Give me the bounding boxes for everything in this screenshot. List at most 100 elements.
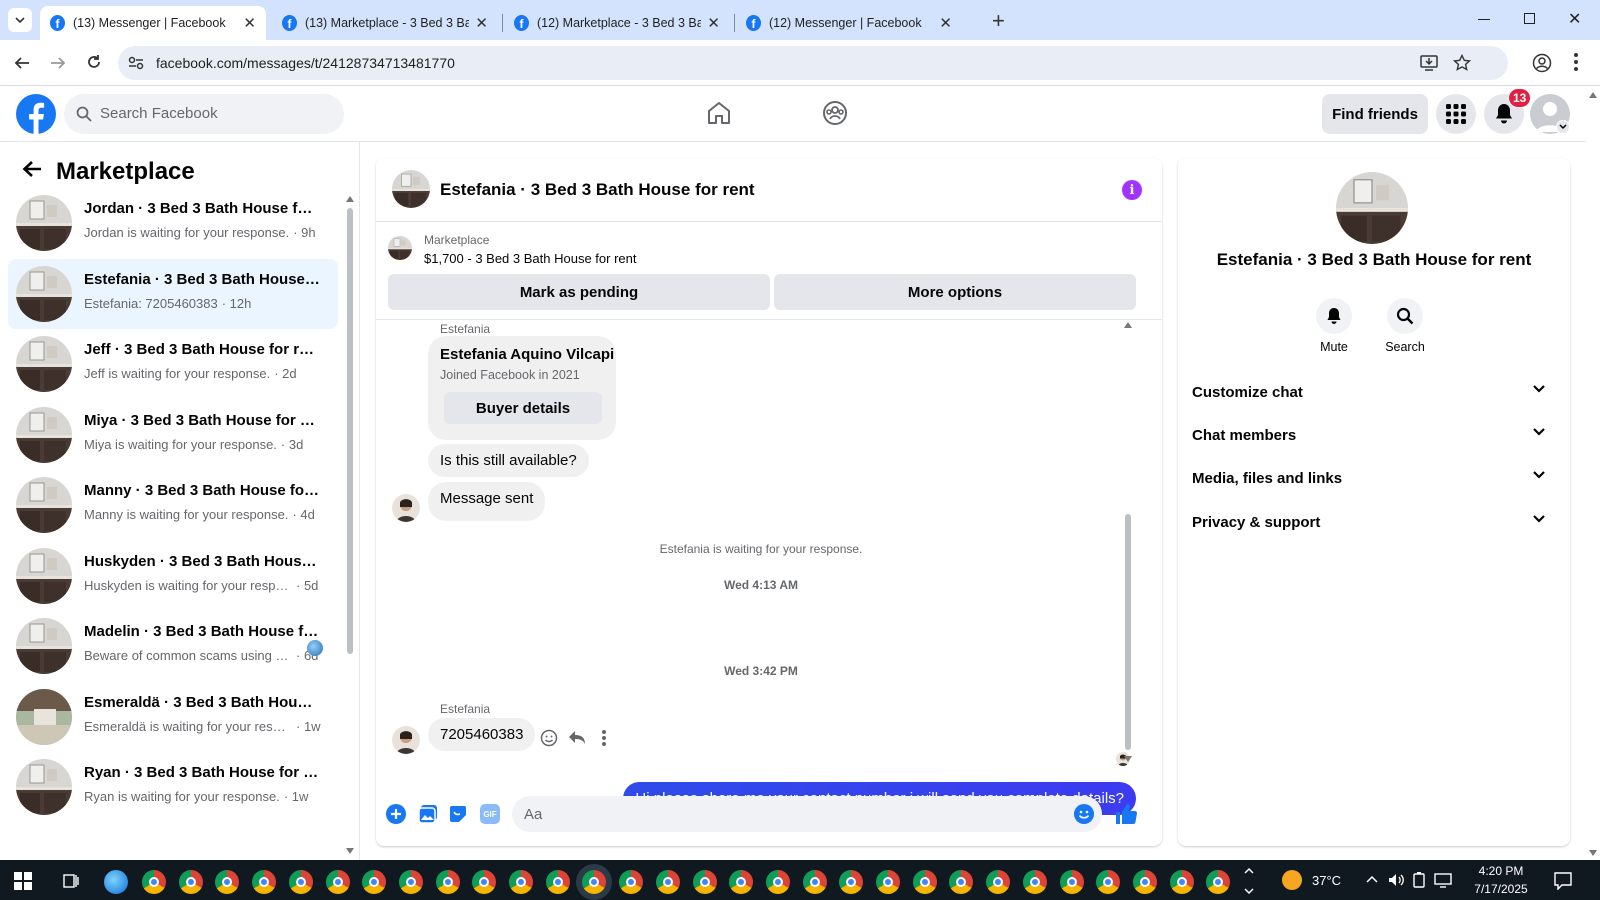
- sender-avatar[interactable]: [392, 726, 420, 754]
- windows-start-icon[interactable]: [14, 872, 32, 890]
- conversation-item[interactable]: Jordan · 3 Bed 3 Bath House for rent Jord…: [8, 188, 338, 258]
- minimize-window-icon[interactable]: [1478, 19, 1490, 20]
- chrome-taskbar-icon[interactable]: [765, 870, 790, 894]
- chrome-taskbar-icon[interactable]: [802, 870, 827, 894]
- conversation-item[interactable]: Jeff · 3 Bed 3 Bath House for rent Jeff i…: [8, 329, 338, 399]
- weather-sun-icon[interactable]: [1282, 870, 1302, 890]
- thread-scrollbar-thumb[interactable]: [1125, 514, 1131, 750]
- message-bubble[interactable]: Is this still available?: [428, 444, 589, 477]
- close-window-icon[interactable]: ✕: [1568, 9, 1581, 29]
- listing-thumbnail[interactable]: [388, 236, 412, 260]
- install-app-icon[interactable]: [1420, 55, 1438, 71]
- react-emoji-icon[interactable]: [540, 729, 558, 747]
- conversation-item[interactable]: Madelin · 3 Bed 3 Bath House for rent Bew…: [8, 611, 338, 681]
- more-actions-icon[interactable]: [602, 730, 606, 746]
- back-arrow-icon[interactable]: [14, 55, 30, 71]
- conversation-item[interactable]: Huskyden · 3 Bed 3 Bath House for rent Hu…: [8, 541, 338, 611]
- address-bar[interactable]: facebook.com/messages/t/2412873471348177…: [118, 46, 1508, 80]
- notification-center-icon[interactable]: [1554, 872, 1572, 890]
- chat-avatar[interactable]: [392, 170, 430, 208]
- chrome-taskbar-icon[interactable]: [619, 870, 644, 894]
- battery-icon[interactable]: [1412, 872, 1426, 888]
- chrome-taskbar-icon[interactable]: [876, 870, 900, 894]
- chrome-taskbar-icon[interactable]: [692, 870, 717, 894]
- task-view-icon[interactable]: [62, 872, 80, 890]
- scroll-down-arrow-icon[interactable]: [346, 848, 354, 854]
- search-facebook-input[interactable]: Search Facebook: [64, 94, 344, 134]
- browser-tab-marketplace-1[interactable]: f (13) Marketplace - 3 Bed 3 Bath ✕: [272, 6, 498, 40]
- chrome-taskbar-icon[interactable]: [1059, 870, 1084, 894]
- chrome-taskbar-icon[interactable]: [178, 870, 203, 894]
- more-options-button[interactable]: More options: [774, 274, 1136, 310]
- volume-icon[interactable]: [1388, 872, 1404, 888]
- temperature[interactable]: 37°C: [1312, 873, 1341, 888]
- privacy-support-section[interactable]: Privacy & support: [1192, 502, 1554, 542]
- site-info-icon[interactable]: [128, 56, 144, 70]
- emoji-icon[interactable]: [1074, 804, 1094, 824]
- clock-date[interactable]: 7/17/2025: [1466, 882, 1536, 896]
- tab-search-button[interactable]: [8, 8, 32, 32]
- scroll-up-arrow-icon[interactable]: [1124, 322, 1132, 328]
- message-input[interactable]: Aa: [512, 796, 1102, 832]
- close-tab-icon[interactable]: ✕: [707, 14, 720, 32]
- photo-icon[interactable]: [418, 804, 438, 824]
- chrome-taskbar-icon[interactable]: [839, 870, 864, 894]
- conversation-item[interactable]: Esmeraldä · 3 Bed 3 Bath House for rent E…: [8, 682, 338, 752]
- restore-window-icon[interactable]: [1524, 13, 1535, 24]
- chrome-taskbar-icon[interactable]: [325, 870, 350, 894]
- chrome-taskbar-icon[interactable]: [655, 870, 680, 894]
- chrome-taskbar-icon[interactable]: [986, 870, 1011, 894]
- sender-avatar[interactable]: [392, 494, 420, 522]
- browser-tab-marketplace-2[interactable]: f (12) Marketplace - 3 Bed 3 Bath ✕: [504, 6, 730, 40]
- account-chevron-icon[interactable]: [1556, 120, 1570, 134]
- conversation-item[interactable]: Estefania · 3 Bed 3 Bath House for rent E…: [8, 258, 338, 329]
- details-avatar[interactable]: [1336, 172, 1408, 244]
- browser-tab-messenger[interactable]: f (13) Messenger | Facebook ✕: [40, 6, 266, 40]
- forward-arrow-icon[interactable]: [50, 55, 66, 71]
- profile-icon[interactable]: [1532, 53, 1552, 73]
- close-tab-icon[interactable]: ✕: [475, 14, 488, 32]
- edge-browser-icon[interactable]: [104, 870, 128, 894]
- chrome-taskbar-icon[interactable]: [912, 870, 937, 894]
- page-scrollbar[interactable]: [1586, 88, 1600, 860]
- sidebar-scrollbar[interactable]: [346, 196, 354, 856]
- scroll-up-arrow-icon[interactable]: [1589, 92, 1597, 98]
- chrome-taskbar-icon[interactable]: [1206, 870, 1231, 894]
- conversation-item[interactable]: Manny · 3 Bed 3 Bath House for rent Manny…: [8, 470, 338, 540]
- scroll-down-arrow-icon[interactable]: [1589, 850, 1597, 856]
- find-friends-button[interactable]: Find friends: [1322, 94, 1428, 134]
- scrollbar-thumb[interactable]: [347, 208, 353, 654]
- chrome-taskbar-icon[interactable]: [435, 870, 460, 894]
- search-circle[interactable]: [1387, 298, 1423, 334]
- browser-tab-messenger-2[interactable]: f (12) Messenger | Facebook ✕: [736, 6, 962, 40]
- close-tab-icon[interactable]: ✕: [243, 14, 256, 32]
- search-in-conversation-button[interactable]: Search: [1380, 298, 1430, 354]
- chrome-taskbar-icon[interactable]: [472, 870, 497, 894]
- conversation-info-icon[interactable]: i: [1122, 180, 1142, 200]
- network-icon[interactable]: [1434, 872, 1452, 888]
- chrome-taskbar-icon[interactable]: [582, 870, 607, 894]
- taskbar-overflow-arrows-icon[interactable]: [1244, 866, 1254, 896]
- chrome-taskbar-icon[interactable]: [1022, 870, 1047, 894]
- clock-time[interactable]: 4:20 PM: [1466, 864, 1536, 878]
- reply-icon[interactable]: [568, 730, 586, 746]
- conversation-item[interactable]: Ryan · 3 Bed 3 Bath House for rent Ryan i…: [8, 752, 338, 822]
- chrome-taskbar-icon[interactable]: [362, 870, 387, 894]
- chrome-taskbar-icon[interactable]: [1169, 870, 1194, 894]
- mute-button[interactable]: Mute: [1314, 298, 1354, 354]
- home-icon[interactable]: [706, 100, 732, 126]
- media-files-links-section[interactable]: Media, files and links: [1192, 458, 1554, 498]
- mute-circle[interactable]: [1316, 298, 1352, 334]
- facebook-logo-icon[interactable]: [16, 94, 56, 134]
- thumbs-up-icon[interactable]: [1114, 802, 1138, 826]
- new-tab-button[interactable]: +: [992, 8, 1005, 34]
- groups-icon[interactable]: [822, 100, 848, 126]
- mark-as-pending-button[interactable]: Mark as pending: [388, 274, 770, 310]
- chat-members-section[interactable]: Chat members: [1192, 415, 1554, 455]
- chrome-taskbar-icon[interactable]: [949, 870, 974, 894]
- chrome-taskbar-icon[interactable]: [215, 870, 240, 894]
- scroll-down-arrow-icon[interactable]: [1124, 756, 1132, 762]
- customize-chat-section[interactable]: Customize chat: [1192, 372, 1554, 412]
- chrome-taskbar-icon[interactable]: [509, 870, 533, 894]
- chrome-taskbar-icon[interactable]: [288, 870, 313, 894]
